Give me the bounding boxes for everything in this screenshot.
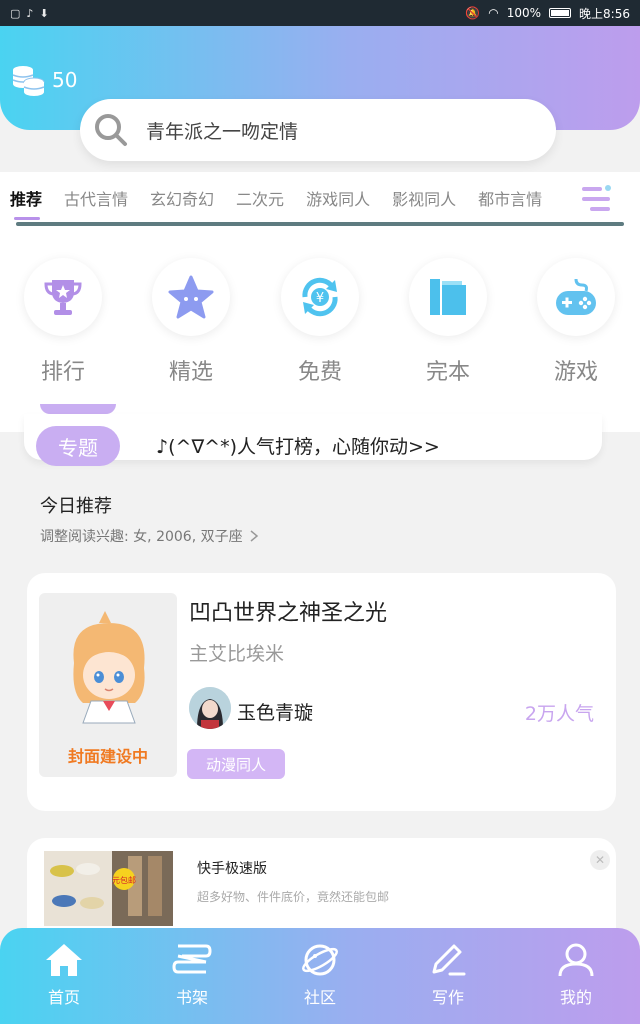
coin-balance[interactable]: 50 bbox=[10, 62, 77, 98]
category-menu-icon[interactable] bbox=[580, 184, 614, 214]
yen-refresh-icon: ¥ bbox=[302, 277, 338, 317]
chevron-right-icon bbox=[250, 530, 258, 542]
ad-badge-text: 元包邮 bbox=[112, 875, 136, 885]
pen-icon bbox=[432, 944, 466, 976]
mute-icon: 🔕 bbox=[465, 6, 481, 20]
quick-link-circle: ¥ bbox=[281, 258, 359, 336]
tab-fantasy[interactable]: 玄幻奇幻 bbox=[150, 186, 214, 210]
profile-icon bbox=[558, 943, 594, 977]
adjust-interest-link[interactable]: 调整阅读兴趣: 女, 2006, 双子座 bbox=[40, 526, 259, 546]
ad-card[interactable]: 元包邮 快手极速版 超多好物、件件底价，竟然还能包邮 ✕ bbox=[27, 838, 616, 938]
book-title[interactable]: 凹凸世界之神圣之光 bbox=[189, 595, 387, 627]
nav-label: 社区 bbox=[303, 988, 336, 1007]
quick-link-completed[interactable]: 完本 bbox=[408, 258, 488, 386]
topic-text[interactable]: ♪(^∇^*)人气打榜，心随你动>> bbox=[156, 432, 440, 459]
book-card[interactable]: 封面建设中 凹凸世界之神圣之光 主艾比埃米 玉色青璇 2万人气 动漫同人 bbox=[27, 573, 616, 811]
cover-placeholder-text: 封面建设中 bbox=[67, 747, 148, 766]
bottom-nav: 首页 书架 社区 写作 我的 bbox=[0, 928, 640, 1024]
nav-home[interactable]: 首页 bbox=[0, 928, 128, 1024]
status-icons-left: ▢ ♪ ⬇ bbox=[10, 7, 49, 20]
interest-text: 调整阅读兴趣: 女, 2006, 双子座 bbox=[40, 529, 243, 545]
battery-percent: 100% bbox=[506, 6, 542, 20]
quick-link-circle bbox=[537, 258, 615, 336]
search-input[interactable]: 青年派之一吻定情 bbox=[146, 117, 298, 144]
coin-stack-icon bbox=[12, 66, 45, 96]
topic-banner[interactable]: 专题 ♪(^∇^*)人气打榜，心随你动>> bbox=[24, 414, 602, 466]
ad-description: 超多好物、件件底价，竟然还能包邮 bbox=[197, 890, 390, 904]
popularity-count: 2万人气 bbox=[524, 703, 594, 725]
topic-tab-tail bbox=[40, 404, 116, 414]
nav-write[interactable]: 写作 bbox=[384, 928, 512, 1024]
ad-product-photo: 元包邮 bbox=[44, 851, 173, 926]
book-icon bbox=[430, 279, 466, 315]
quick-link-label: 完本 bbox=[425, 360, 470, 385]
avatar[interactable] bbox=[189, 687, 231, 729]
svg-text:¥: ¥ bbox=[316, 291, 324, 306]
clock: 晚上8:56 bbox=[579, 6, 630, 21]
bookshelf-icon bbox=[172, 944, 212, 974]
coin-count: 50 bbox=[52, 68, 78, 92]
author-name[interactable]: 玉色青璇 bbox=[237, 698, 313, 725]
search-icon bbox=[95, 114, 127, 146]
home-icon bbox=[46, 944, 82, 976]
category-tabs: 推荐 古代言情 玄幻奇幻 二次元 游戏同人 影视同人 都市言情 bbox=[0, 172, 640, 226]
nav-label: 写作 bbox=[431, 988, 464, 1007]
quick-link-label: 免费 bbox=[297, 360, 342, 385]
tiktok-icon: ♪ bbox=[26, 6, 34, 20]
close-icon[interactable]: ✕ bbox=[590, 850, 610, 870]
quick-link-label: 精选 bbox=[168, 360, 213, 385]
ad-image[interactable]: 元包邮 bbox=[44, 851, 173, 926]
nav-bookshelf[interactable]: 书架 bbox=[128, 928, 256, 1024]
battery-icon bbox=[549, 8, 572, 18]
cover-illustration bbox=[73, 611, 145, 724]
tab-game-fanfic[interactable]: 游戏同人 bbox=[306, 186, 370, 210]
author-avatar-image bbox=[189, 687, 231, 729]
tab-anime[interactable]: 二次元 bbox=[236, 186, 284, 210]
topic-tab[interactable]: 专题 bbox=[36, 426, 120, 466]
book-lead: 主艾比埃米 bbox=[189, 643, 285, 665]
tab-recommend[interactable]: 推荐 bbox=[10, 186, 42, 220]
planet-icon bbox=[302, 944, 338, 976]
notification-icon: ▢ bbox=[10, 6, 21, 20]
nav-label: 书架 bbox=[175, 988, 208, 1007]
quick-link-circle bbox=[152, 258, 230, 336]
book-cover[interactable]: 封面建设中 bbox=[39, 593, 177, 777]
ad-title[interactable]: 快手极速版 bbox=[197, 858, 267, 878]
nav-label: 首页 bbox=[47, 988, 80, 1007]
tab-film-fanfic[interactable]: 影视同人 bbox=[392, 186, 456, 210]
quick-link-free[interactable]: ¥ 免费 bbox=[280, 258, 360, 386]
quick-link-games[interactable]: 游戏 bbox=[536, 258, 616, 386]
nav-profile[interactable]: 我的 bbox=[512, 928, 640, 1024]
tab-urban-romance[interactable]: 都市言情 bbox=[478, 186, 542, 210]
status-icons-right: 🔕 ◠ 100% 晚上8:56 bbox=[465, 5, 630, 22]
star-icon bbox=[168, 275, 214, 319]
quick-links: 排行 精选 ¥ 免费 完本 游戏 bbox=[0, 226, 640, 432]
tab-ancient-romance[interactable]: 古代言情 bbox=[64, 186, 128, 210]
wifi-icon: ◠ bbox=[488, 6, 499, 20]
quick-link-featured[interactable]: 精选 bbox=[151, 258, 231, 386]
gamepad-icon bbox=[556, 278, 596, 315]
status-bar: ▢ ♪ ⬇ 🔕 ◠ 100% 晚上8:56 bbox=[0, 0, 640, 26]
quick-link-circle bbox=[409, 258, 487, 336]
quick-link-ranking[interactable]: 排行 bbox=[23, 258, 103, 386]
quick-link-label: 排行 bbox=[40, 360, 85, 385]
quick-link-circle bbox=[24, 258, 102, 336]
download-icon: ⬇ bbox=[39, 6, 49, 20]
section-title: 今日推荐 bbox=[40, 496, 112, 517]
nav-label: 我的 bbox=[559, 988, 592, 1007]
trophy-icon bbox=[44, 280, 82, 315]
quick-link-label: 游戏 bbox=[553, 360, 598, 385]
search-bar[interactable]: 青年派之一吻定情 bbox=[80, 99, 556, 161]
nav-community[interactable]: 社区 bbox=[256, 928, 384, 1024]
genre-tag[interactable]: 动漫同人 bbox=[187, 749, 285, 779]
